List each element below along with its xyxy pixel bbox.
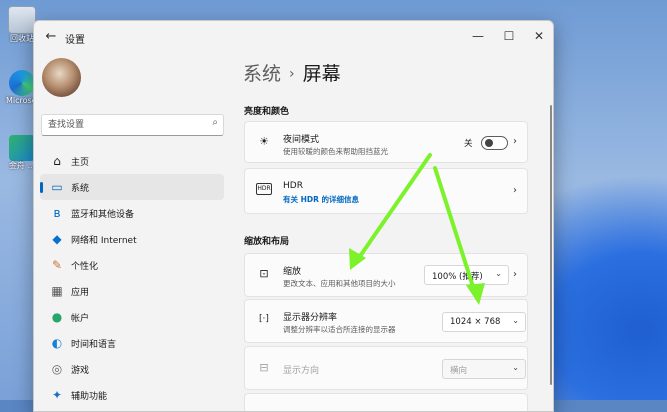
sidebar-item-5[interactable]: ▦ 应用 bbox=[40, 278, 224, 304]
bluetooth-icon: ʙ bbox=[53, 206, 61, 220]
section-brightness-color: 亮度和颜色 bbox=[244, 107, 290, 117]
sidebar-item-label: 时间和语言 bbox=[71, 340, 117, 350]
night-light-toggle[interactable] bbox=[481, 136, 508, 150]
night-light-card[interactable]: ☀ 夜间模式 使用较暖的颜色来帮助阻挡蓝光 关 › bbox=[244, 121, 528, 163]
scrollbar[interactable] bbox=[550, 105, 552, 385]
scale-icon: ⊡ bbox=[259, 267, 269, 280]
resolution-subtitle: 调整分辨率以适合所连接的显示器 bbox=[283, 325, 396, 334]
hdr-icon: HDR bbox=[256, 183, 272, 195]
resolution-title: 显示器分辨率 bbox=[283, 313, 338, 323]
network-icon: ◆ bbox=[52, 232, 62, 246]
sidebar-item-label: 网络和 Internet bbox=[71, 236, 137, 246]
night-light-subtitle: 使用较暖的颜色来帮助阻挡蓝光 bbox=[283, 147, 388, 156]
night-light-icon: ☀ bbox=[259, 135, 269, 148]
next-setting-card bbox=[244, 393, 528, 411]
gaming-icon: ◎ bbox=[51, 362, 63, 376]
chevron-right-icon: › bbox=[513, 185, 517, 196]
hdr-info-link[interactable]: 有关 HDR 的详细信息 bbox=[283, 194, 359, 205]
orientation-card: ⊟ 显示方向 横向 ⌄ bbox=[244, 346, 528, 390]
sidebar-item-label: 系统 bbox=[71, 184, 90, 194]
scale-value: 100% (推荐) bbox=[432, 272, 483, 282]
toggle-knob bbox=[485, 139, 493, 147]
scale-dropdown[interactable]: 100% (推荐) ⌄ bbox=[424, 265, 509, 285]
breadcrumb: 系统 › 屏幕 bbox=[243, 59, 341, 86]
scale-title: 缩放 bbox=[283, 267, 302, 277]
close-button[interactable]: ✕ bbox=[524, 25, 553, 47]
window-title: 设置 bbox=[65, 35, 85, 46]
orientation-value: 横向 bbox=[450, 366, 468, 376]
sidebar-item-8[interactable]: ◎ 游戏 bbox=[40, 356, 224, 382]
chevron-down-icon: ⌄ bbox=[512, 363, 519, 372]
sidebar-item-label: 辅助功能 bbox=[71, 392, 108, 402]
resolution-icon: [·] bbox=[259, 314, 269, 324]
orientation-dropdown: 横向 ⌄ bbox=[442, 359, 526, 379]
sidebar-item-7[interactable]: ◐ 时间和语言 bbox=[40, 330, 224, 356]
sidebar-nav: ⌂ 主页 ▭ 系统 ʙ 蓝牙和其他设备 ◆ 网络和 Internet ✎ 个性化 ▦ 应用 ● 帐户 ◐ 时间… bbox=[40, 148, 224, 408]
sidebar-item-2[interactable]: ʙ 蓝牙和其他设备 bbox=[40, 200, 224, 226]
resolution-card[interactable]: [·] 显示器分辨率 调整分辨率以适合所连接的显示器 1024 × 768 ⌄ bbox=[244, 299, 528, 343]
chevron-down-icon: ⌄ bbox=[512, 316, 519, 325]
sidebar-item-label: 主页 bbox=[71, 158, 90, 168]
sidebar-item-label: 个性化 bbox=[71, 262, 99, 272]
apps-icon: ▦ bbox=[51, 284, 63, 298]
sidebar-item-label: 游戏 bbox=[71, 366, 90, 376]
avatar[interactable] bbox=[42, 58, 81, 97]
resolution-value: 1024 × 768 bbox=[450, 317, 501, 327]
sidebar-item-label: 帐户 bbox=[71, 314, 90, 324]
hdr-card[interactable]: HDR HDR 有关 HDR 的详细信息 › bbox=[244, 168, 528, 214]
breadcrumb-parent[interactable]: 系统 bbox=[243, 63, 281, 85]
account-icon: ● bbox=[51, 310, 63, 324]
sidebar-item-3[interactable]: ◆ 网络和 Internet bbox=[40, 226, 224, 252]
sidebar-item-4[interactable]: ✎ 个性化 bbox=[40, 252, 224, 278]
system-icon: ▭ bbox=[51, 180, 63, 194]
minimize-button[interactable]: — bbox=[463, 25, 493, 47]
orientation-icon: ⊟ bbox=[259, 361, 269, 374]
orientation-title: 显示方向 bbox=[283, 366, 320, 376]
page-title: 屏幕 bbox=[302, 63, 341, 85]
title-bar: ← 设置 — ☐ ✕ bbox=[34, 21, 553, 53]
sidebar-item-0[interactable]: ⌂ 主页 bbox=[40, 148, 224, 174]
sidebar-item-label: 应用 bbox=[71, 288, 90, 298]
sidebar-item-6[interactable]: ● 帐户 bbox=[40, 304, 224, 330]
chevron-down-icon: ⌄ bbox=[495, 269, 502, 278]
section-scale-layout: 缩放和布局 bbox=[244, 237, 290, 247]
chevron-right-icon: › bbox=[513, 269, 517, 280]
personalization-icon: ✎ bbox=[51, 258, 63, 272]
chevron-right-icon: › bbox=[289, 66, 295, 82]
home-icon: ⌂ bbox=[53, 154, 61, 168]
time-language-icon: ◐ bbox=[51, 336, 63, 350]
settings-window: ← 设置 — ☐ ✕ ⌕ ⌂ 主页 ▭ 系统 ʙ 蓝牙和其他设备 ◆ 网络和 Internet… bbox=[33, 20, 554, 412]
scale-subtitle: 更改文本、应用和其他项目的大小 bbox=[283, 279, 396, 288]
sidebar-item-label: 蓝牙和其他设备 bbox=[71, 210, 135, 220]
scale-card[interactable]: ⊡ 缩放 更改文本、应用和其他项目的大小 100% (推荐) ⌄ › bbox=[244, 253, 528, 297]
search-icon[interactable]: ⌕ bbox=[212, 117, 218, 128]
search-box[interactable]: ⌕ bbox=[41, 114, 224, 136]
night-light-title: 夜间模式 bbox=[283, 135, 320, 145]
night-light-state: 关 bbox=[464, 139, 473, 149]
search-input[interactable] bbox=[48, 117, 198, 133]
back-arrow-icon[interactable]: ← bbox=[42, 28, 60, 46]
maximize-button[interactable]: ☐ bbox=[494, 25, 524, 47]
sidebar-item-9[interactable]: ✦ 辅助功能 bbox=[40, 382, 224, 408]
hdr-title: HDR bbox=[283, 181, 303, 191]
resolution-dropdown[interactable]: 1024 × 768 ⌄ bbox=[442, 312, 526, 332]
sidebar-item-1[interactable]: ▭ 系统 bbox=[40, 174, 224, 200]
chevron-right-icon: › bbox=[513, 136, 517, 147]
